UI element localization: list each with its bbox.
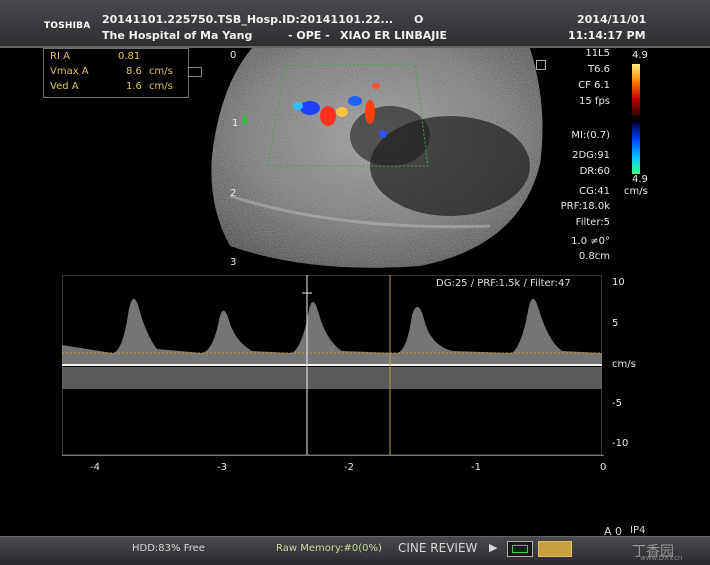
ip-label: IP4 — [630, 525, 646, 536]
t-tick-2: -2 — [344, 462, 354, 473]
param-prf: PRF:18.0k — [560, 201, 610, 212]
param-cf: CF 6.1 — [578, 80, 610, 91]
patient-name: XIAO ER LINBAJIE — [340, 29, 447, 42]
header-bar: TOSHIBA 20141101.225750.TSB_Hosp.ID:2014… — [0, 0, 710, 48]
color-bar-negative — [632, 122, 640, 174]
depth-mark-1: 1 — [232, 118, 239, 129]
vmax-value: 8.6 — [126, 66, 142, 77]
settings-icon — [536, 60, 546, 70]
v-tick-5: 5 — [612, 318, 619, 329]
play-icon[interactable]: ▶ — [489, 541, 497, 554]
vmax-unit: cm/s — [149, 66, 173, 77]
param-mi: MI:(0.7) — [571, 130, 610, 141]
color-scale-top: 4.9 — [632, 50, 648, 61]
ved-unit: cm/s — [149, 81, 173, 92]
a-label: A 0 — [604, 525, 623, 538]
param-angle: 1.0 ≠0° — [571, 236, 610, 247]
status-bar: HDD:83% Free Raw Memory:#0(0%) CINE REVI… — [0, 525, 710, 565]
ved-value: 1.6 — [126, 81, 142, 92]
doppler-settings: DG:25 / PRF:1.5k / Filter:47 — [436, 278, 571, 289]
v-tick-neg10: -10 — [612, 438, 629, 449]
ri-label: RI A — [50, 51, 70, 62]
depth-mark-3: 3 — [230, 257, 237, 268]
t-tick-1: -1 — [471, 462, 481, 473]
ri-value: 0.81 — [118, 51, 141, 62]
cine-review-label[interactable]: CINE REVIEW — [398, 541, 477, 555]
vmax-label: Vmax A — [50, 66, 89, 77]
ved-label: Ved A — [50, 81, 79, 92]
study-id: 20141101.225750.TSB_Hosp.ID:20141101.22.… — [102, 13, 394, 26]
param-probe: 11L5 — [585, 48, 610, 59]
cine-loop-button[interactable] — [507, 541, 533, 557]
t-tick-3: -3 — [217, 462, 227, 473]
bmode-image — [211, 48, 543, 268]
exam-time: 11:14:17 PM — [568, 29, 646, 42]
department: - OPE - — [288, 29, 330, 42]
watermark-url: www.DXY.cn — [640, 554, 683, 562]
param-filter: Filter:5 — [575, 217, 610, 228]
color-scale-unit: cm/s — [624, 186, 648, 197]
param-2dg: 2DG:91 — [572, 150, 610, 161]
caliper-button[interactable] — [538, 541, 572, 557]
param-gate: 0.8cm — [578, 251, 610, 262]
depth-mark-2: 2 — [230, 188, 237, 199]
study-marker: O — [414, 13, 424, 26]
depth-mark-0: 0 — [230, 50, 237, 61]
param-fps: 15 fps — [579, 96, 610, 107]
raw-memory: Raw Memory:#0(0%) — [276, 543, 382, 554]
color-scale-bottom: 4.9 — [632, 174, 648, 185]
param-dr: DR:60 — [579, 166, 610, 177]
v-tick-neg5: -5 — [612, 398, 622, 409]
param-cg: CG:41 — [579, 186, 610, 197]
measurement-panel: RI A 0.81 Vmax A 8.6 cm/s Ved A 1.6 cm/s — [43, 48, 189, 98]
v-tick-10: 10 — [612, 277, 625, 288]
v-unit: cm/s — [612, 359, 636, 370]
hospital-name: The Hospital of Ma Yang — [102, 29, 253, 42]
t-tick-0: 0 — [600, 462, 607, 473]
doppler-spectrum — [62, 275, 602, 455]
color-bar-positive — [632, 64, 640, 116]
param-freq: T6.6 — [587, 64, 610, 75]
time-axis — [62, 455, 604, 456]
exam-date: 2014/11/01 — [577, 13, 647, 26]
hdd-status: HDD:83% Free — [132, 543, 205, 554]
brand-logo: TOSHIBA — [44, 21, 91, 31]
t-tick-4: -4 — [90, 462, 100, 473]
